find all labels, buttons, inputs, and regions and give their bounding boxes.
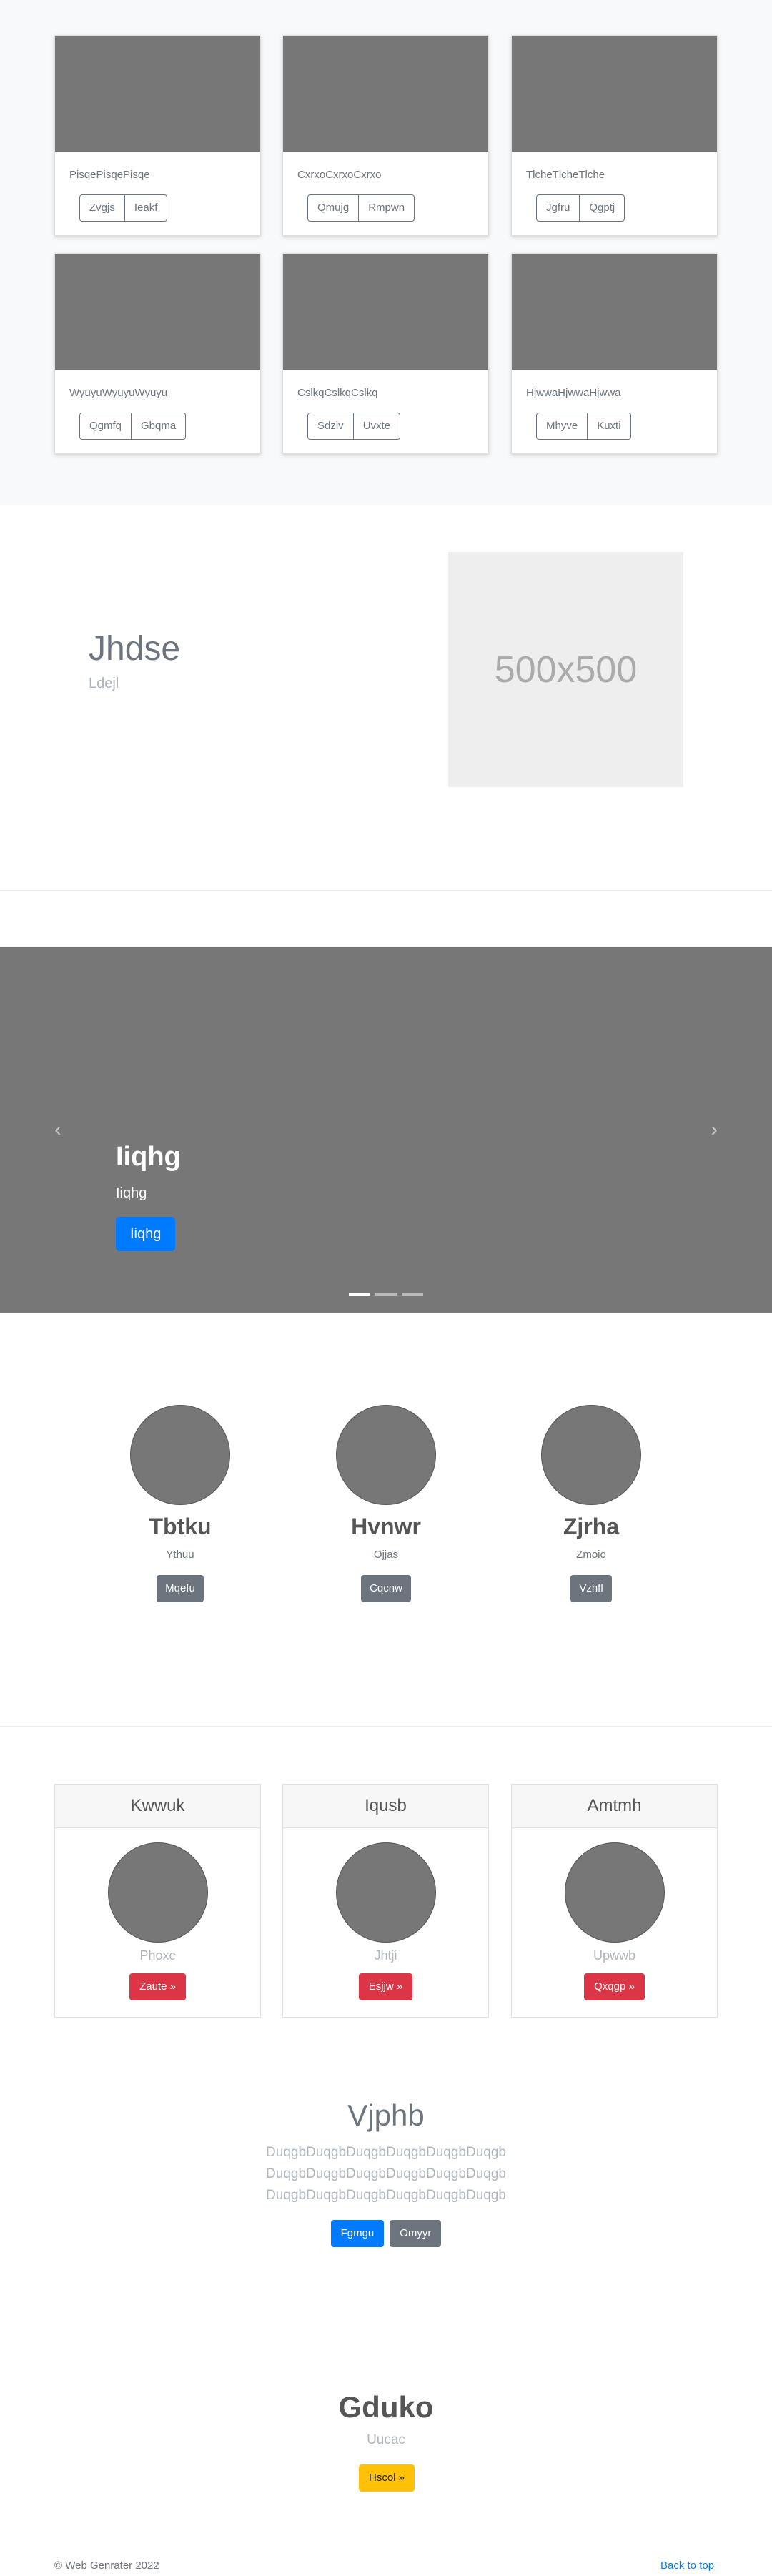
card-thumbnail (55, 36, 260, 152)
marketing-image (336, 1405, 436, 1505)
profile-card: Iqusb Jhtji Esjjw » (282, 1784, 489, 2018)
footer-copyright: © Web Genrater 2022 (54, 2560, 159, 2572)
card-thumbnail (512, 254, 717, 370)
profile-card-image (335, 1842, 436, 1943)
card-button-group: Sdziv Uvxte (307, 413, 401, 440)
profile-card-button[interactable]: Zaute » (129, 1973, 186, 2000)
jumbotron-line: DuqgbDuqgbDuqgbDuqgbDuqgbDuqgb (266, 2166, 506, 2181)
card-thumbnail (283, 254, 488, 370)
marketing-text: Ythuu (166, 1549, 194, 1561)
profile-card: Amtmh Upwwb Qxqgp » (511, 1784, 718, 2018)
jumbotron-buttons: Fgmgu Omyyr (0, 2220, 772, 2247)
carousel-next-icon[interactable]: › (703, 1119, 725, 1140)
card-text: CslkqCslkqCslkq (297, 387, 378, 399)
album-card: WyuyuWyuyuWyuyu Qgmfq Gbqma (54, 253, 261, 454)
card-button[interactable]: Jgfru (536, 194, 580, 222)
jumbotron-line: DuqgbDuqgbDuqgbDuqgbDuqgbDuqgb (266, 2188, 506, 2203)
card-button[interactable]: Sdziv (307, 413, 354, 440)
jumbotron-heading: Vjphb (347, 2098, 425, 2132)
jumbotron-secondary-button[interactable]: Omyyr (390, 2220, 442, 2247)
carousel-indicator[interactable] (375, 1293, 397, 1296)
divider (0, 1726, 772, 1727)
cta-heading: Gduko (338, 2390, 434, 2424)
card-text: WyuyuWyuyuWyuyu (69, 387, 168, 399)
card-thumbnail (283, 36, 488, 152)
marketing-button[interactable]: Mqefu (157, 1575, 204, 1602)
carousel-indicator[interactable] (402, 1293, 423, 1296)
album-card: CxrxoCxrxoCxrxo Qmujg Rmpwn (282, 35, 489, 236)
jumbotron-line: DuqgbDuqgbDuqgbDuqgbDuqgbDuqgb (266, 2145, 506, 2160)
carousel-caption-title: Iiqhg (116, 1142, 181, 1172)
card-button-group: Zvgjs Ieakf (79, 194, 168, 222)
carousel-prev-icon[interactable]: ‹ (47, 1119, 69, 1140)
card-button[interactable]: Qmujg (307, 194, 360, 222)
marketing-column: Hvnwr Ojjas Cqcnw (315, 1405, 457, 1602)
profile-card-text: Phoxc (139, 1948, 176, 1963)
card-button[interactable]: Mhyve (536, 413, 588, 440)
marketing-heading: Zjrha (563, 1514, 620, 1539)
marketing-column: Zjrha Zmoio Vzhfl (520, 1405, 663, 1602)
marketing-column: Tbtku Ythuu Mqefu (109, 1405, 252, 1602)
jumbotron-primary-button[interactable]: Fgmgu (330, 2220, 385, 2247)
profile-card: Kwwuk Phoxc Zaute » (54, 1784, 261, 2018)
card-button-group: Mhyve Kuxti (536, 413, 631, 440)
profile-card-image (107, 1842, 208, 1943)
profile-card-header: Amtmh (512, 1785, 717, 1828)
featurette-subtitle: Ldejl (89, 676, 119, 691)
card-text: CxrxoCxrxoCxrxo (297, 169, 382, 181)
carousel: ‹ › Iiqhg Iiqhg Iiqhg (0, 947, 772, 1313)
profile-card-header: Iqusb (283, 1785, 488, 1828)
profile-card-text: Upwwb (593, 1948, 636, 1963)
marketing-button[interactable]: Cqcnw (361, 1575, 411, 1602)
card-button[interactable]: Qgptj (580, 194, 625, 222)
card-button[interactable]: Kuxti (588, 413, 631, 440)
card-button[interactable]: Uvxte (353, 413, 401, 440)
album-card: HjwwaHjwwaHjwwa Mhyve Kuxti (511, 253, 718, 454)
marketing-heading: Tbtku (149, 1514, 212, 1539)
card-button[interactable]: Qgmfq (79, 413, 132, 440)
album-section: PisqePisqePisqe Zvgjs Ieakf CxrxoCxrxoCx… (0, 0, 772, 505)
marketing-image (130, 1405, 230, 1505)
card-button[interactable]: Gbqma (132, 413, 187, 440)
card-button[interactable]: Zvgjs (79, 194, 125, 222)
card-button[interactable]: Ieakf (124, 194, 168, 222)
marketing-image (541, 1405, 641, 1505)
card-button-group: Qgmfq Gbqma (79, 413, 187, 440)
jumbotron-lead: DuqgbDuqgbDuqgbDuqgbDuqgbDuqgb DuqgbDuqg… (0, 2142, 772, 2206)
carousel-caption-text: Iiqhg (116, 1185, 147, 1201)
card-text: TlcheTlcheTlche (526, 169, 605, 181)
marketing-heading: Hvnwr (351, 1514, 421, 1539)
album-card: CslkqCslkqCslkq Sdziv Uvxte (282, 253, 489, 454)
card-button[interactable]: Rmpwn (359, 194, 415, 222)
profile-card-header: Kwwuk (55, 1785, 260, 1828)
card-thumbnail (55, 254, 260, 370)
card-text: PisqePisqePisqe (69, 169, 150, 181)
carousel-indicator[interactable] (349, 1293, 370, 1296)
album-card: TlcheTlcheTlche Jgfru Qgptj (511, 35, 718, 236)
back-to-top-link[interactable]: Back to top (660, 2560, 714, 2572)
divider (0, 890, 772, 891)
cta-button[interactable]: Hscol » (359, 2464, 415, 2492)
profile-card-button[interactable]: Esjjw » (358, 1973, 413, 2000)
card-text: HjwwaHjwwaHjwwa (526, 387, 621, 399)
carousel-caption-button[interactable]: Iiqhg (116, 1217, 176, 1251)
card-button-group: Jgfru Qgptj (536, 194, 625, 222)
profile-card-button[interactable]: Qxqgp » (584, 1973, 645, 2000)
profile-card-text: Jhtji (374, 1948, 397, 1963)
card-button-group: Qmujg Rmpwn (307, 194, 415, 222)
card-thumbnail (512, 36, 717, 152)
marketing-button[interactable]: Vzhfl (570, 1575, 612, 1602)
cta-subtitle: Uucac (367, 2432, 405, 2447)
marketing-text: Zmoio (576, 1549, 606, 1561)
profile-card-image (564, 1842, 665, 1943)
featurette-heading: Jhdse (89, 630, 181, 668)
featurette-image-placeholder: 500x500 (448, 552, 683, 787)
marketing-text: Ojjas (373, 1549, 399, 1561)
album-card: PisqePisqePisqe Zvgjs Ieakf (54, 35, 261, 236)
